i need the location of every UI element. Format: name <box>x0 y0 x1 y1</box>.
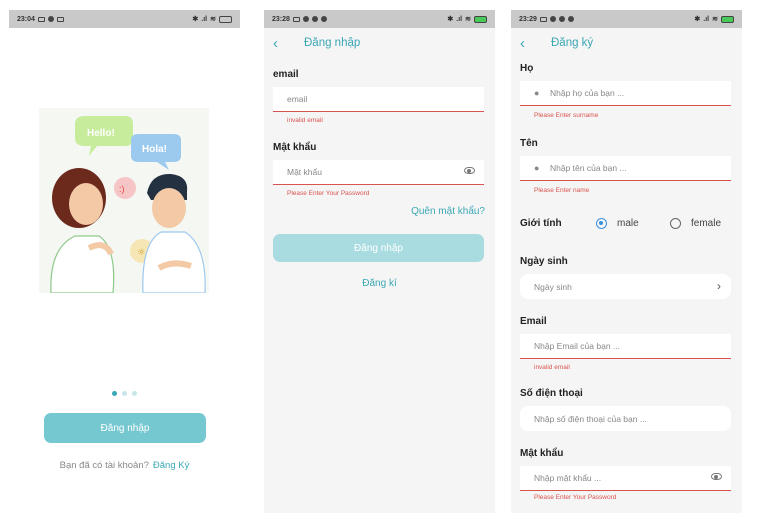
battery-icon <box>721 15 734 23</box>
eye-icon[interactable] <box>711 473 722 480</box>
notification-icon <box>302 16 309 22</box>
signal-icon: .ıl <box>456 15 463 23</box>
status-bar: 23:04 ✱ .ıl ≋ <box>9 10 240 28</box>
back-arrow-icon[interactable]: ‹ <box>273 35 295 52</box>
radio-icon[interactable] <box>670 217 681 229</box>
forgot-password-link[interactable]: Quên mật khẩu? <box>411 206 485 217</box>
person-icon: ● <box>534 163 540 173</box>
email-error: invalid email <box>534 364 570 371</box>
svg-text:☼: ☼ <box>137 248 145 258</box>
smile-text: :) <box>119 184 125 194</box>
notification-icon <box>47 16 54 22</box>
wifi-icon: ≋ <box>712 16 718 23</box>
status-time: 23:29 <box>519 15 537 23</box>
login-button[interactable]: Đăng nhập <box>44 413 206 443</box>
status-time: 23:04 <box>17 15 35 23</box>
phone-field[interactable]: Nhập số điện thoại của bạn ... <box>520 406 731 431</box>
name-placeholder: Nhập tên của bạn ... <box>550 163 627 173</box>
page-title: Đăng ký <box>551 37 594 49</box>
app-icon <box>311 16 318 22</box>
page-dot-active[interactable] <box>112 391 117 396</box>
app-icon <box>558 16 565 22</box>
email-field[interactable]: Nhập Email của bạn ... <box>520 334 731 359</box>
password-placeholder: Mật khẩu <box>287 167 322 177</box>
signal-icon: .ıl <box>703 15 710 23</box>
notification-icon <box>549 16 556 22</box>
alarm-icon <box>37 16 45 22</box>
chevron-right-icon: › <box>717 279 721 293</box>
name-error: Please Enter name <box>534 187 590 194</box>
gender-option-female[interactable]: female <box>670 217 722 229</box>
email-placeholder: Nhập Email của bạn ... <box>534 341 620 351</box>
password-field[interactable]: Nhập mật khẩu ... <box>520 466 731 491</box>
password-field[interactable]: Mật khẩu <box>273 160 484 185</box>
register-screen: 23:29 ✱ .ıl ≋ ‹ Đăng ký Họ ● Nhập họ của bạ… <box>511 10 742 513</box>
page-dot[interactable] <box>122 391 127 396</box>
wifi-icon: ≋ <box>210 16 216 23</box>
conversation-illustration: Hello! Hola! :) ☼ <box>39 108 209 293</box>
password-error: Please Enter Your Password <box>534 494 617 501</box>
phone-label: Số điện thoại <box>520 388 583 399</box>
message-icon <box>56 16 64 22</box>
register-prompt: Bạn đã có tài khoản? Đăng Ký <box>9 460 240 471</box>
gender-option-male[interactable]: male <box>596 217 670 229</box>
login-button[interactable]: Đăng nhập <box>273 234 484 262</box>
email-value: email <box>287 94 308 104</box>
email-label: Email <box>520 316 547 327</box>
male-label: male <box>617 217 639 229</box>
alarm-icon <box>292 16 300 22</box>
register-link[interactable]: Đăng kí <box>264 278 495 289</box>
page-dot[interactable] <box>132 391 137 396</box>
dob-label: Ngày sinh <box>520 256 568 267</box>
bluetooth-icon: ✱ <box>694 16 701 23</box>
surname-field[interactable]: ● Nhập họ của bạn ... <box>520 81 731 106</box>
status-bar: 23:29 ✱ .ıl ≋ <box>511 10 742 28</box>
page-indicator[interactable] <box>9 391 240 396</box>
password-error: Please Enter Your Password <box>287 190 370 197</box>
onboarding-screen: 23:04 ✱ .ıl ≋ Hello! Hola! :) ☼ Đăng nhập … <box>9 10 240 500</box>
password-label: Mật khẩu <box>520 448 564 459</box>
surname-error: Please Enter surname <box>534 112 599 119</box>
dob-picker[interactable]: Ngày sinh › <box>520 274 731 299</box>
app-icon <box>567 16 574 22</box>
gender-selector: Giới tính male female <box>520 215 735 231</box>
app-header: ‹ Đăng nhập <box>264 28 495 58</box>
dob-value: Ngày sinh <box>534 281 572 292</box>
page-title: Đăng nhập <box>304 37 361 49</box>
bluetooth-icon: ✱ <box>447 16 454 23</box>
email-error: invalid email <box>287 117 323 124</box>
app-header: ‹ Đăng ký <box>511 28 742 58</box>
register-link[interactable]: Đăng Ký <box>153 460 189 471</box>
hello-text: Hello! <box>87 128 115 139</box>
email-label: email <box>273 69 299 80</box>
name-field[interactable]: ● Nhập tên của bạn ... <box>520 156 731 181</box>
signal-icon: .ıl <box>201 15 208 23</box>
gender-label: Giới tính <box>520 217 562 229</box>
name-label: Tên <box>520 138 538 149</box>
login-screen: 23:28 ✱ .ıl ≋ ‹ Đăng nhập email email inva… <box>264 10 495 513</box>
alarm-icon <box>539 16 547 22</box>
password-placeholder: Nhập mật khẩu ... <box>534 473 602 483</box>
radio-selected-icon[interactable] <box>596 217 607 229</box>
back-arrow-icon[interactable]: ‹ <box>520 35 542 52</box>
surname-placeholder: Nhập họ của bạn ... <box>550 88 625 98</box>
app-icon <box>320 16 327 22</box>
battery-icon <box>474 15 487 23</box>
person-icon: ● <box>534 88 540 98</box>
status-bar: 23:28 ✱ .ıl ≋ <box>264 10 495 28</box>
battery-icon <box>219 15 232 23</box>
bluetooth-icon: ✱ <box>192 16 199 23</box>
female-label: female <box>691 217 722 229</box>
wifi-icon: ≋ <box>465 16 471 23</box>
status-time: 23:28 <box>272 15 290 23</box>
email-field[interactable]: email <box>273 87 484 112</box>
surname-label: Họ <box>520 63 534 74</box>
register-prompt-text: Bạn đã có tài khoản? <box>59 460 149 471</box>
hola-text: Hola! <box>142 144 167 155</box>
phone-placeholder: Nhập số điện thoại của bạn ... <box>534 413 647 424</box>
password-label: Mật khẩu <box>273 142 317 153</box>
eye-icon[interactable] <box>464 167 475 174</box>
